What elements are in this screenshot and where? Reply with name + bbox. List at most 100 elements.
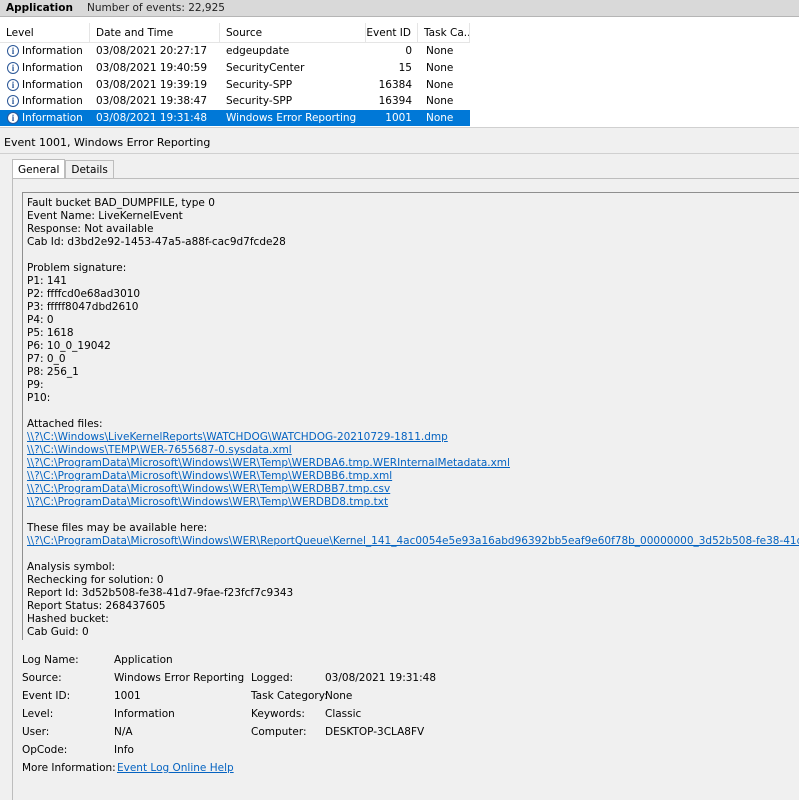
row-task: None xyxy=(426,45,454,58)
row-level: Information xyxy=(22,62,83,75)
report-queue-link[interactable]: \\?\C:\ProgramData\Microsoft\Windows\WER… xyxy=(27,535,799,547)
event-row[interactable]: i Information 03/08/2021 19:39:19 Securit… xyxy=(0,76,470,93)
row-source: Windows Error Reporting xyxy=(226,112,357,125)
desc-line: Response: Not available xyxy=(27,223,154,235)
row-date: 03/08/2021 20:27:17 xyxy=(96,45,208,58)
row-event-id: 16394 xyxy=(378,95,412,108)
problem-line: P4: 0 xyxy=(27,314,54,326)
row-source: SecurityCenter xyxy=(226,62,305,75)
row-event-id: 1001 xyxy=(385,112,412,125)
row-source: Security-SPP xyxy=(226,78,293,91)
task-category-label: Task Category: xyxy=(251,690,328,702)
event-row-selected[interactable]: i Information 03/08/2021 19:31:48 Windows… xyxy=(0,109,470,127)
tab-details[interactable]: Details xyxy=(65,160,114,179)
problem-signature-heading: Problem signature: xyxy=(27,262,127,274)
desc-line: Cab Id: d3bd2e92-1453-47a5-a88f-cac9d7fc… xyxy=(27,236,286,248)
problem-line: P9: xyxy=(27,379,44,391)
row-level: Information xyxy=(22,95,83,108)
event-row[interactable]: i Information 03/08/2021 19:38:47 Securit… xyxy=(0,93,470,110)
opcode-value: Info xyxy=(114,744,134,756)
event-detail-pane: Event 1001, Windows Error Reporting Gene… xyxy=(0,131,799,800)
information-icon: i xyxy=(7,78,19,91)
analysis-line: Rechecking for solution: 0 xyxy=(27,574,164,586)
problem-line: P3: fffff8047dbd2610 xyxy=(27,301,139,313)
problem-line: P6: 10_0_19042 xyxy=(27,340,111,352)
computer-value: DESKTOP-3CLA8FV xyxy=(325,726,425,738)
row-date: 03/08/2021 19:40:59 xyxy=(96,62,208,75)
row-level: Information xyxy=(22,112,83,125)
logged-label: Logged: xyxy=(251,672,294,684)
event-id-value: 1001 xyxy=(114,690,141,702)
row-task: None xyxy=(426,95,454,108)
row-event-id: 15 xyxy=(398,62,412,75)
desc-line: Fault bucket BAD_DUMPFILE, type 0 xyxy=(27,197,215,209)
event-id-label: Event ID: xyxy=(22,690,71,702)
attached-file-link[interactable]: \\?\C:\ProgramData\Microsoft\Windows\WER… xyxy=(27,457,510,469)
row-level: Information xyxy=(22,45,83,58)
computer-label: Computer: xyxy=(251,726,307,738)
event-row[interactable]: i Information 03/08/2021 19:40:59 Securit… xyxy=(0,60,470,77)
keywords-value: Classic xyxy=(325,708,362,720)
attached-file-link[interactable]: \\?\C:\Windows\TEMP\WER-7655687-0.sysdat… xyxy=(27,444,292,456)
column-header-level[interactable]: Level xyxy=(0,23,90,42)
information-icon: i xyxy=(7,95,19,108)
information-icon: i xyxy=(7,45,19,58)
column-header-date[interactable]: Date and Time xyxy=(90,23,220,42)
row-task: None xyxy=(426,112,454,125)
level-label: Level: xyxy=(22,708,54,720)
level-value: Information xyxy=(114,708,175,720)
attached-file-link[interactable]: \\?\C:\Windows\LiveKernelReports\WATCHDO… xyxy=(27,431,448,443)
event-log-online-help-link[interactable]: Event Log Online Help xyxy=(117,762,234,774)
problem-line: P5: 1618 xyxy=(27,327,74,339)
information-icon: i xyxy=(7,62,19,75)
row-date: 03/08/2021 19:31:48 xyxy=(96,112,208,125)
analysis-line: Analysis symbol: xyxy=(27,561,116,573)
available-files-heading: These files may be available here: xyxy=(27,522,208,534)
event-list-header: Level Date and Time Source Event ID Task… xyxy=(0,23,470,43)
log-name-value: Application xyxy=(114,654,173,666)
row-source: edgeupdate xyxy=(226,45,290,58)
attached-files-heading: Attached files: xyxy=(27,418,103,430)
event-row[interactable]: i Information 03/08/2021 20:27:17 edgeupd… xyxy=(0,43,470,60)
logged-value: 03/08/2021 19:31:48 xyxy=(325,672,437,684)
problem-line: P8: 256_1 xyxy=(27,366,79,378)
attached-file-link[interactable]: \\?\C:\ProgramData\Microsoft\Windows\WER… xyxy=(27,470,392,482)
detail-tabs: General Details xyxy=(12,159,114,179)
row-event-id: 16384 xyxy=(378,78,412,91)
analysis-line: Report Id: 3d52b508-fe38-41d7-9fae-f23fc… xyxy=(27,587,294,599)
analysis-line: Cab Guid: 0 xyxy=(27,626,89,638)
user-label: User: xyxy=(22,726,50,738)
problem-line: P1: 141 xyxy=(27,275,67,287)
problem-line: P7: 0_0 xyxy=(27,353,66,365)
column-header-task-category[interactable]: Task Ca... xyxy=(418,23,470,42)
column-header-event-id[interactable]: Event ID xyxy=(366,23,418,42)
analysis-line: Report Status: 268437605 xyxy=(27,600,166,612)
source-label: Source: xyxy=(22,672,62,684)
source-value: Windows Error Reporting xyxy=(114,672,245,684)
event-count: Number of events: 22,925 xyxy=(86,2,225,14)
event-detail-title: Event 1001, Windows Error Reporting xyxy=(4,136,211,149)
attached-file-link[interactable]: \\?\C:\ProgramData\Microsoft\Windows\WER… xyxy=(27,483,390,495)
user-value: N/A xyxy=(114,726,133,738)
opcode-label: OpCode: xyxy=(22,744,68,756)
log-title: Application xyxy=(6,2,73,14)
log-header-bar: Application Number of events: 22,925 xyxy=(0,0,799,17)
event-list[interactable]: Level Date and Time Source Event ID Task… xyxy=(0,23,470,127)
attached-file-link[interactable]: \\?\C:\ProgramData\Microsoft\Windows\WER… xyxy=(27,496,388,508)
desc-line: Event Name: LiveKernelEvent xyxy=(27,210,183,222)
row-date: 03/08/2021 19:39:19 xyxy=(96,78,208,91)
row-task: None xyxy=(426,78,454,91)
title-divider xyxy=(0,153,799,154)
keywords-label: Keywords: xyxy=(251,708,305,720)
column-header-source[interactable]: Source xyxy=(220,23,366,42)
row-date: 03/08/2021 19:38:47 xyxy=(96,95,208,108)
event-description[interactable]: Fault bucket BAD_DUMPFILE, type 0 Event … xyxy=(22,192,799,640)
row-source: Security-SPP xyxy=(226,95,293,108)
more-information-label: More Information: xyxy=(22,762,116,774)
information-icon: i xyxy=(7,112,19,125)
tab-general[interactable]: General xyxy=(12,159,66,179)
